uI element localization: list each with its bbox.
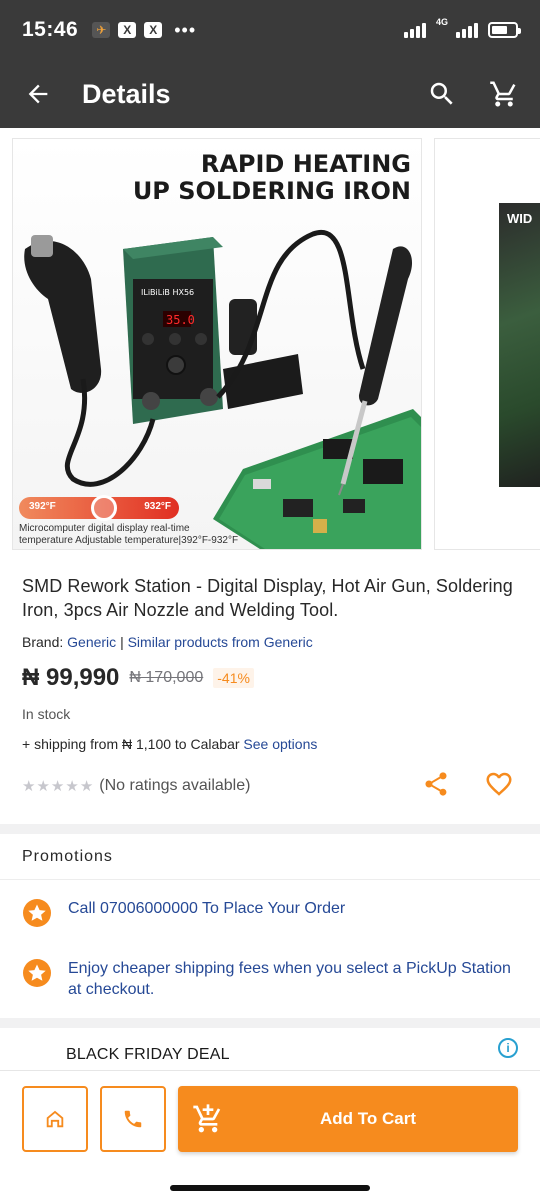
next-image-photo (499, 203, 540, 487)
back-arrow-icon[interactable] (18, 74, 58, 114)
cart-icon[interactable] (486, 76, 522, 112)
shipping-info: + shipping from ₦ 1,100 to Calabar See o… (22, 736, 318, 752)
x-notification-icon: X (144, 22, 163, 38)
wifi-signal-icon (403, 22, 426, 38)
ad-info-icon[interactable]: i (498, 1038, 518, 1058)
temperature-scale: 392°F 932°F (19, 495, 179, 521)
black-friday-ad[interactable]: BLACK FRIDAY DEAL i (0, 1028, 540, 1070)
x-notification-icon: X (118, 22, 137, 38)
add-cart-icon (193, 1103, 221, 1132)
promotion-item[interactable]: Call 07006000000 To Place Your Order (0, 880, 540, 942)
star-icon: ★ (36, 778, 50, 795)
old-price: ₦ 170,000 (129, 669, 204, 686)
status-time: 15:46 (22, 18, 79, 41)
home-button[interactable] (22, 1085, 88, 1152)
search-icon[interactable] (424, 76, 460, 112)
promotions-header: Promotions (0, 834, 540, 880)
add-to-cart-label: Add To Cart (320, 1108, 417, 1128)
battery-icon (488, 22, 521, 38)
call-button[interactable] (100, 1085, 166, 1152)
status-indicators: 4G (403, 17, 521, 38)
product-details-scroll[interactable]: RAPID HEATING UP SOLDERING IRON ILiBiLiB… (0, 128, 540, 1070)
image-gallery[interactable]: RAPID HEATING UP SOLDERING IRON ILiBiLiB… (0, 128, 540, 564)
product-info: SMD Rework Station - Digital Display, Ho… (0, 564, 540, 824)
rating-stars: ★ ★ ★ ★ ★ (22, 777, 93, 795)
next-product-image[interactable]: WID (434, 138, 540, 550)
home-icon (46, 1110, 64, 1127)
cell-signal-icon (456, 22, 478, 38)
star-icon: ★ (65, 778, 79, 795)
star-icon: ★ (50, 778, 65, 795)
promotion-item[interactable]: Enjoy cheaper shipping fees when you sel… (0, 942, 540, 1010)
brand-line: Brand: Generic | Similar products from G… (22, 634, 313, 650)
ad-text: BLACK FRIDAY DEAL (66, 1046, 230, 1063)
status-bar: 15:46 ✈ X X ••• 4G (0, 0, 540, 60)
add-to-cart-button[interactable]: Add To Cart (178, 1085, 518, 1152)
notification-icons: ✈ X X ••• (92, 20, 196, 41)
price-row: ₦ 99,990 ₦ 170,000 -41% (22, 664, 518, 692)
page-title: Details (82, 78, 171, 109)
brand-link[interactable]: Generic (67, 634, 116, 650)
home-indicator[interactable] (170, 1185, 370, 1191)
soldering-station-illustration: ILiBiLiB HX56 35.0 (24, 229, 421, 549)
stock-status: In stock (22, 706, 71, 722)
similar-products-link[interactable]: Similar products from Generic (128, 634, 313, 650)
temperature-knob (91, 495, 117, 521)
phone-icon (124, 1110, 142, 1127)
svg-text:35.0: 35.0 (166, 313, 195, 327)
product-title: SMD Rework Station - Digital Display, Ho… (22, 576, 513, 620)
app-notification-icon: ✈ (92, 22, 111, 38)
promo-star-icon (23, 899, 51, 927)
more-notifications-icon: ••• (174, 19, 197, 40)
rating-text: (No ratings available) (99, 777, 251, 794)
image-caption: Microcomputer digital display real-time … (19, 523, 239, 546)
wishlist-heart-icon[interactable] (484, 769, 514, 804)
product-image[interactable]: RAPID HEATING UP SOLDERING IRON ILiBiLiB… (12, 138, 422, 550)
discount-badge: -41% (213, 668, 254, 688)
promotions-section: Promotions Call 07006000000 To Place You… (0, 834, 540, 1018)
system-gesture-area (0, 1166, 540, 1200)
star-icon: ★ (22, 778, 36, 795)
bottom-action-bar: Add To Cart (0, 1070, 540, 1166)
network-type-label: 4G (435, 17, 448, 27)
star-icon: ★ (79, 778, 94, 795)
app-bar: Details (0, 60, 540, 128)
see-options-link[interactable]: See options (243, 736, 317, 752)
svg-text:ILiBiLiB HX56: ILiBiLiB HX56 (141, 288, 194, 297)
current-price: ₦ 99,990 (22, 664, 120, 691)
share-icon[interactable] (422, 770, 450, 803)
promo-star-icon (23, 959, 51, 987)
rating-row: ★ ★ ★ ★ ★ (No ratings available) (22, 766, 518, 806)
